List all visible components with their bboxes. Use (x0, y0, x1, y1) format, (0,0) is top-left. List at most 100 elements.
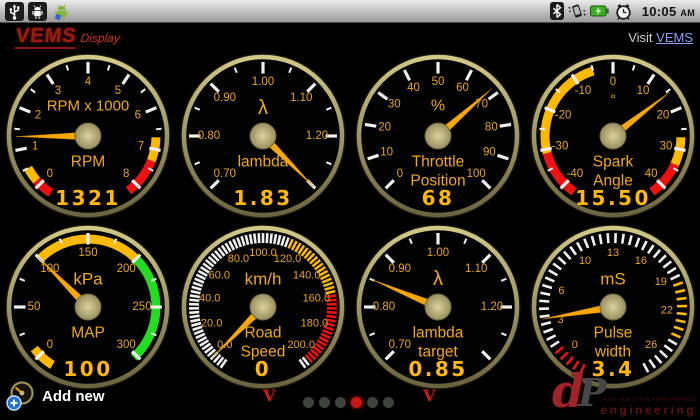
gauge-tick (681, 128, 686, 129)
add-new-button[interactable]: Add new (6, 381, 105, 411)
gauge-title: λ (258, 97, 268, 119)
clock: 10:05 AM (642, 4, 695, 19)
gauge-value: 1.83 (233, 186, 292, 210)
gauge-throttle-position[interactable]: 0102030405060708090100%ThrottlePosition6… (353, 51, 523, 221)
gauge-tick (539, 128, 544, 129)
dp-logo-name: engineering (600, 403, 696, 417)
gauge-tick (540, 148, 551, 150)
gauge-tick (15, 148, 26, 150)
gauge-tick-label: 250 (132, 301, 151, 313)
add-gauge-icon (6, 381, 36, 411)
page-dot[interactable] (367, 397, 378, 408)
gauge-tick (674, 148, 685, 150)
gauge-name-label: Throttle (411, 153, 464, 170)
gauge-tick (599, 234, 601, 244)
gauge-name-label: MAP (71, 324, 105, 341)
gauge-tick-label: 0 (609, 76, 615, 88)
gauge-tick-label: 120.0 (273, 252, 301, 264)
gauge-tick-label: 1.10 (464, 262, 486, 274)
gauge-tick (258, 233, 259, 243)
gauge-tick-label: 10 (636, 85, 649, 97)
gauge-tick-label: 40.0 (198, 292, 219, 304)
gauge-hub (425, 123, 451, 149)
gauge-tick-label: 10 (380, 146, 393, 158)
gauge-tick-label: 4 (84, 76, 91, 88)
visit-text: Visit (628, 30, 652, 45)
gauge-tick-label: 40 (644, 168, 657, 180)
gauge-lambda-target[interactable]: 0.700.800.901.001.101.20λlambdatarget0.8… (353, 222, 523, 392)
gauge-tick (270, 233, 271, 243)
gauge-tick (364, 124, 375, 126)
gauge-value: 100 (63, 357, 112, 381)
gauge-spark-angle[interactable]: -40-30-20-10010203040°SparkAngle15.50 (528, 51, 698, 221)
gauge-tick-label: 80 (484, 121, 497, 133)
gauge-tick-label: 1.00 (251, 76, 273, 88)
gauge-tick-label: 60 (456, 81, 469, 93)
gauge-hub (75, 123, 101, 149)
gauge-tick-label: 1.10 (289, 91, 311, 103)
gauge-tick-label: 3 (54, 85, 60, 97)
gauge-tick-label: 140.0 (292, 269, 320, 281)
gauge-tick (676, 313, 686, 314)
gauge-tick-label: 0.90 (213, 91, 235, 103)
page-dot[interactable] (303, 397, 314, 408)
gauge-road-speed[interactable]: 0.020.040.060.080.0100.0120.0140.0160.01… (178, 222, 348, 392)
status-bar-right: 10:05 AM (545, 2, 700, 21)
gauge-tick (189, 299, 199, 300)
gauge-tick-label: 13 (606, 247, 618, 259)
time-period: AM (680, 8, 695, 18)
page-dot[interactable] (335, 397, 346, 408)
gauge-tick-label: 1.20 (305, 130, 327, 142)
gauge-lambda[interactable]: 0.700.800.901.001.101.20λlambda1.83 (178, 51, 348, 221)
add-new-label: Add new (42, 388, 105, 405)
gauge-tick-label: 22 (660, 304, 672, 316)
gauge-tick-label: 50 (431, 76, 444, 88)
gauge-tick-label: 1 (31, 140, 37, 152)
gauge-tick-label: 5 (114, 85, 120, 97)
gauge-title: % (430, 97, 444, 114)
gauge-tick-label: 20 (656, 109, 669, 121)
gauge-hub (600, 294, 626, 320)
gauge-title: mS (600, 269, 626, 288)
status-bar[interactable]: 10:05 AM (0, 0, 700, 23)
gauge-tick-label: 0 (571, 339, 577, 351)
gauge-tick-label: 16 (634, 254, 646, 266)
gauge-tick-label: -10 (574, 85, 591, 97)
gauge-tick-label: 0 (46, 339, 52, 351)
battery-icon (590, 4, 610, 18)
gauge-tick-label: 1.00 (426, 247, 448, 259)
gauge-name-label: Pulse (593, 324, 632, 341)
gauge-hub (425, 294, 451, 320)
gauge-tick-label: 6 (134, 109, 140, 121)
gauge-svg-throttle-position: 0102030405060708090100%ThrottlePosition6… (353, 51, 523, 221)
gauge-name-label: Road (244, 324, 281, 341)
gauge-tick-label: 10 (578, 254, 590, 266)
gauge-svg-map: 050100150200250300kPaMAP100 (3, 222, 173, 392)
gauge-tick-label: 2 (34, 109, 40, 121)
gauge-tick-label: 300 (116, 339, 135, 351)
page-dot[interactable] (383, 397, 394, 408)
gauge-tick (266, 233, 267, 243)
visit-vems-link[interactable]: VEMS (656, 30, 693, 45)
page-dot[interactable] (351, 397, 362, 408)
vems-logo-subtext: Display (80, 31, 121, 45)
gauge-hub (250, 294, 276, 320)
gauge-tick-label: 180.0 (300, 317, 328, 329)
gauge-map[interactable]: 050100150200250300kPaMAP100 (3, 222, 173, 392)
gauge-tick-label: 200.0 (287, 339, 315, 351)
gauge-tick-label: 80.0 (227, 252, 248, 264)
app-robot-icon (51, 1, 72, 22)
gauge-tick-label: 0.70 (388, 339, 410, 351)
gauge-tick-label: 60.0 (208, 269, 229, 281)
gauge-rpm[interactable]: 012345678RPM x 1000RPM1321 (3, 51, 173, 221)
page-indicator (303, 397, 394, 408)
gauge-tick (14, 128, 19, 129)
gauge-svg-road-speed: 0.020.040.060.080.0100.0120.0140.0160.01… (178, 222, 348, 392)
gauge-tick-label: 20.0 (200, 317, 221, 329)
gauge-value: 0 (254, 357, 270, 381)
page-dot[interactable] (319, 397, 330, 408)
gauge-tick-label: 0.90 (388, 262, 410, 274)
gauge-tick-label: 7 (137, 140, 143, 152)
gauge-hub (250, 123, 276, 149)
gauge-tick-label: 200 (116, 262, 135, 274)
